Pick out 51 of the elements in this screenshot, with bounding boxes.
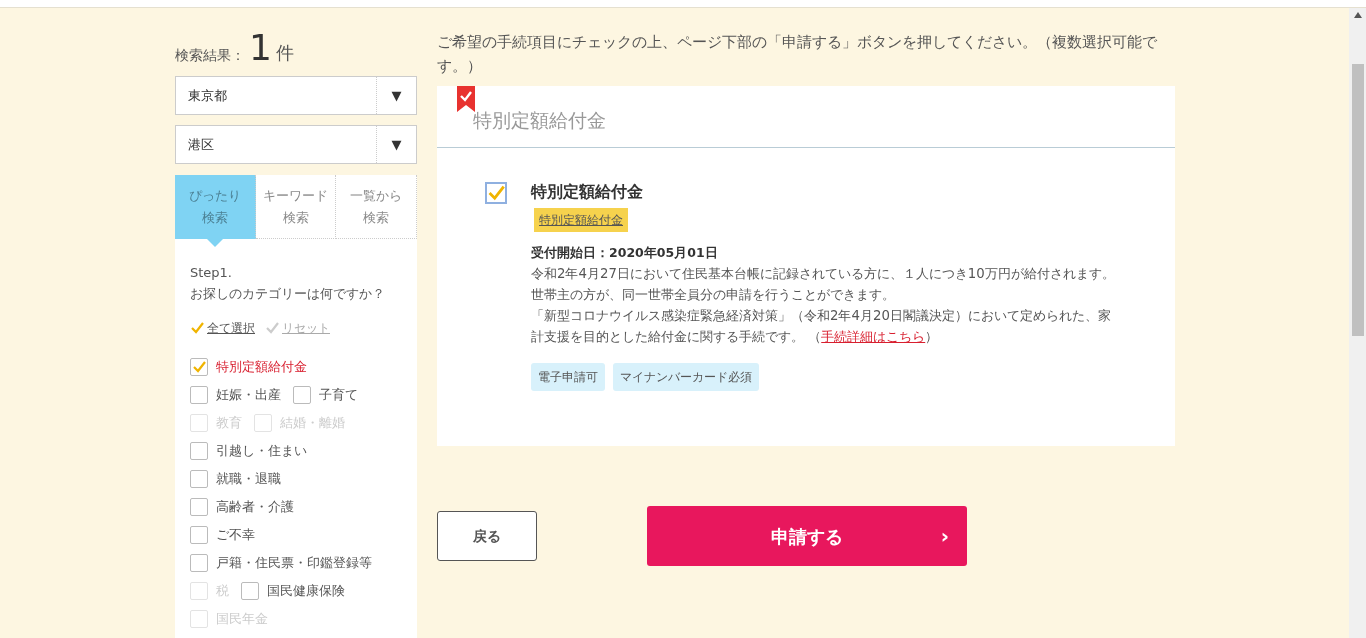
- feature-tag: マイナンバーカード必須: [613, 362, 759, 391]
- checkbox[interactable]: [485, 182, 507, 204]
- search-tab[interactable]: キーワード 検索: [255, 175, 337, 239]
- checkbox[interactable]: [190, 441, 208, 460]
- back-button[interactable]: 戻る: [437, 511, 537, 561]
- check-icon: [192, 359, 206, 374]
- checkbox[interactable]: [190, 357, 208, 376]
- category-label: 国民健康保険: [267, 581, 345, 600]
- check-icon: [487, 184, 505, 202]
- checkbox[interactable]: [241, 581, 259, 600]
- checkbox[interactable]: [190, 553, 208, 572]
- item-title: 特別定額給付金: [531, 181, 644, 203]
- category-label: 子育て: [319, 385, 358, 404]
- scrollbar[interactable]: [1349, 8, 1366, 638]
- submit-button[interactable]: 申請する ›: [647, 506, 967, 566]
- action-link[interactable]: 全て選択: [190, 318, 255, 337]
- scroll-up-icon[interactable]: [1353, 12, 1362, 18]
- category-tag[interactable]: 特別定額給付金: [534, 208, 628, 232]
- feature-tag: 電子申請可: [531, 362, 605, 391]
- result-count: 1: [249, 30, 272, 66]
- result-unit: 件: [275, 41, 294, 65]
- checkbox[interactable]: [190, 385, 208, 404]
- check-icon: [265, 320, 279, 335]
- category-label: 引越し・住まい: [216, 441, 307, 460]
- category-label: 特別定額給付金: [216, 357, 307, 376]
- description-text: 世帯主の方が、同一世帯全員分の申請を行うことができます。: [531, 285, 896, 304]
- search-tab[interactable]: 一覧から 検索: [336, 175, 417, 239]
- description-text: 令和2年4月27日において住民基本台帳に記録されている方に、１人につき10万円が給付されます。: [531, 264, 1116, 283]
- category-label: 戸籍・住民票・印鑑登録等: [216, 553, 372, 572]
- details-link[interactable]: 手続詳細はこちら: [821, 328, 926, 344]
- checkbox[interactable]: [190, 525, 208, 544]
- select-field[interactable]: 港区 ▼: [175, 125, 417, 164]
- scrollbar-thumb[interactable]: [1351, 64, 1364, 336]
- description-text: 「新型コロナウイルス感染症緊急経済対策」（令和2年4月20日閣議決定）において定められた、家計支援を目的とした給付金に関する手続です。 （手続詳細はこちら）: [531, 306, 1112, 346]
- category-label: ご不幸: [216, 525, 255, 544]
- step-label: Step1.: [190, 264, 233, 282]
- check-icon: [190, 320, 204, 335]
- start-date: 受付開始日：2020年05月01日: [531, 244, 719, 262]
- category-label: 高齢者・介護: [216, 497, 294, 516]
- checkbox[interactable]: [190, 497, 208, 516]
- result-label: 検索結果：: [175, 46, 245, 65]
- checkbox[interactable]: [190, 469, 208, 488]
- search-tab[interactable]: ぴったり 検索: [175, 175, 256, 239]
- category-label: 妊娠・出産: [216, 385, 281, 404]
- question-text: お探しのカテゴリーは何ですか？: [190, 284, 386, 303]
- chevron-icon: ›: [940, 521, 949, 551]
- checkbox[interactable]: [293, 385, 311, 404]
- category-label: 就職・退職: [216, 469, 281, 488]
- instruction-text: ご希望の手続項目にチェックの上、ページ下部の「申請する」ボタンを押してください。（複数選択可能です。）: [437, 32, 1158, 77]
- select-field[interactable]: 東京都 ▼: [175, 76, 417, 115]
- card-title: 特別定額給付金: [473, 108, 606, 134]
